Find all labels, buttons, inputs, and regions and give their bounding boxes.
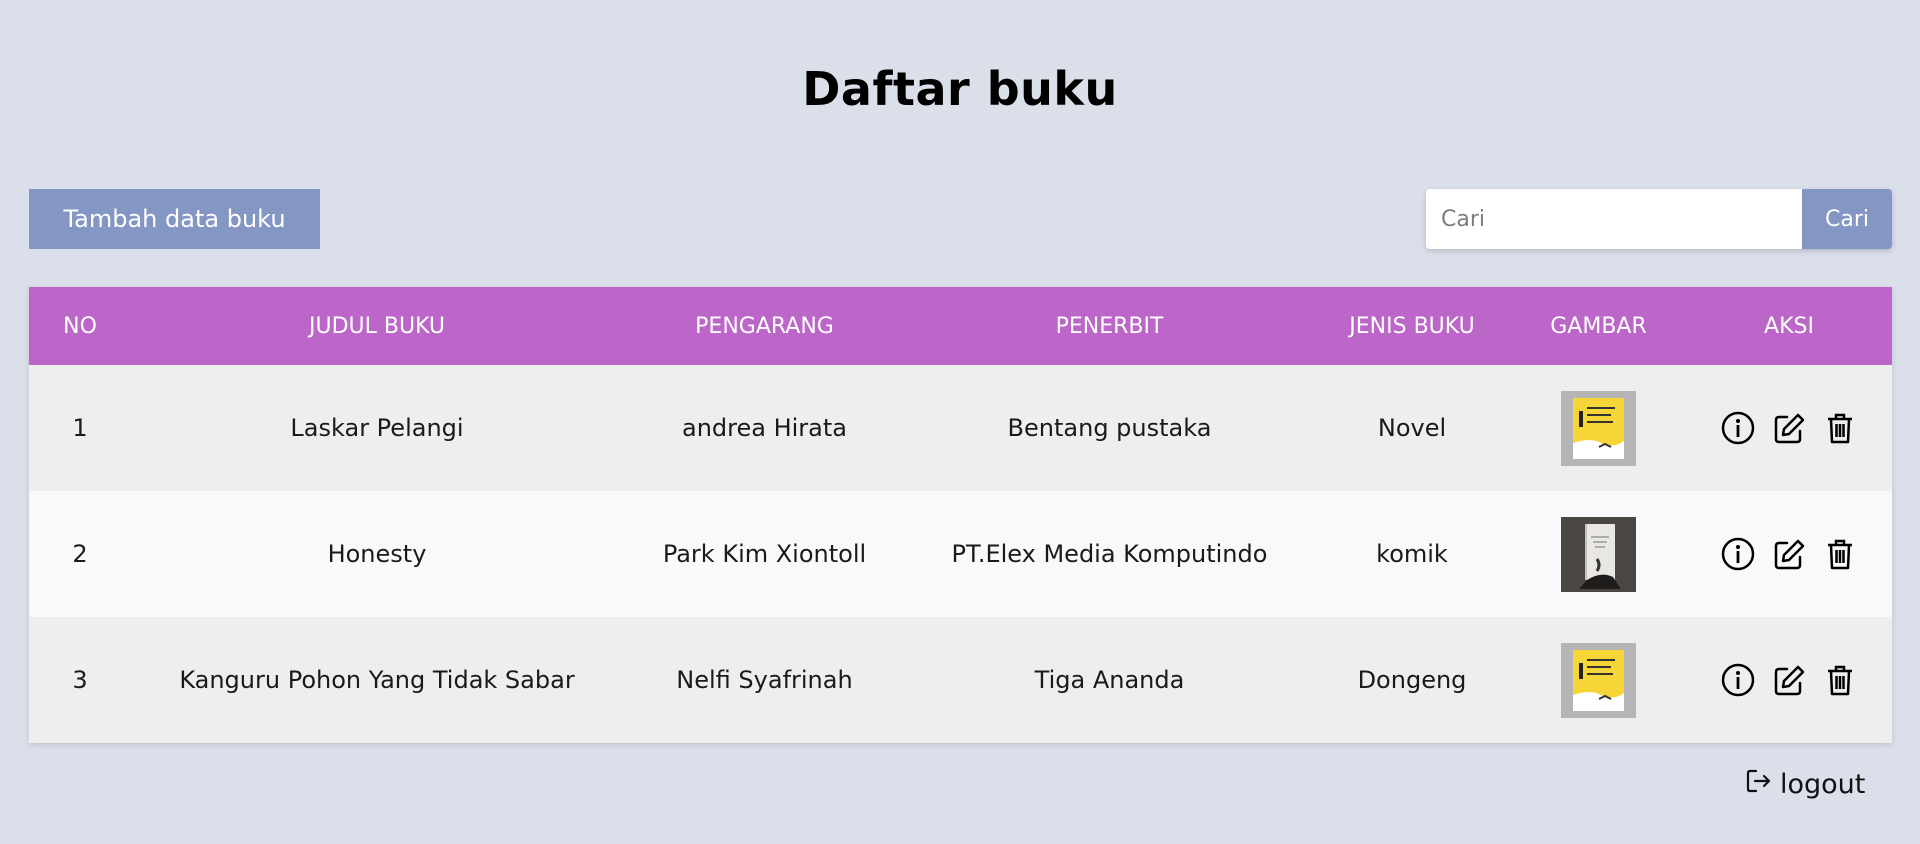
cell-author: Nelfi Syafrinah [676, 666, 853, 694]
cell-image [1511, 491, 1686, 617]
cell-title: Honesty [327, 540, 427, 568]
row-actions [1686, 410, 1892, 446]
cell-image [1511, 617, 1686, 743]
cell-type: komik [1376, 540, 1448, 568]
header-image: GAMBAR [1550, 313, 1647, 339]
trash-icon[interactable] [1822, 536, 1858, 572]
edit-icon[interactable] [1771, 410, 1807, 446]
cell-title: Laskar Pelangi [290, 414, 464, 442]
edit-icon[interactable] [1771, 662, 1807, 698]
book-table: NO JUDUL BUKU PENGARANG PENERBIT JENIS B… [29, 287, 1892, 743]
cell-type: Novel [1377, 414, 1447, 442]
edit-icon[interactable] [1771, 536, 1807, 572]
cell-no: 1 [72, 414, 88, 442]
header-actions: AKSI [1764, 313, 1814, 339]
info-icon[interactable] [1720, 536, 1756, 572]
book-cover-image [1561, 642, 1636, 718]
table-header-row: NO JUDUL BUKU PENGARANG PENERBIT JENIS B… [29, 287, 1892, 365]
cell-publisher: Tiga Ananda [1034, 666, 1185, 694]
cell-image [1511, 365, 1686, 491]
header-title: JUDUL BUKU [308, 313, 446, 339]
row-actions [1686, 536, 1892, 572]
page-title: Daftar buku [802, 62, 1118, 116]
cell-title: Kanguru Pohon Yang Tidak Sabar [179, 666, 575, 694]
cell-publisher: Bentang pustaka [1007, 414, 1212, 442]
header-publisher: PENERBIT [1055, 313, 1164, 339]
logout-label: logout [1780, 769, 1866, 800]
add-book-button[interactable]: Tambah data buku [29, 189, 320, 249]
trash-icon[interactable] [1822, 662, 1858, 698]
table-row: 1 Laskar Pelangi andrea Hirata Bentang p… [29, 365, 1892, 491]
cell-type: Dongeng [1357, 666, 1467, 694]
header-no: NO [63, 313, 97, 339]
cell-no: 3 [72, 666, 88, 694]
header-author: PENGARANG [695, 313, 834, 339]
row-actions [1686, 662, 1892, 698]
logout-icon [1746, 768, 1772, 801]
header-type: JENIS BUKU [1349, 313, 1475, 339]
table-row: 3 Kanguru Pohon Yang Tidak Sabar Nelfi S… [29, 617, 1892, 743]
logout-link[interactable]: logout [1746, 768, 1865, 801]
book-cover-image [1561, 516, 1636, 592]
trash-icon[interactable] [1822, 410, 1858, 446]
cell-publisher: PT.Elex Media Komputindo [951, 540, 1268, 568]
book-cover-image [1561, 390, 1636, 466]
table-row: 2 Honesty Park Kim Xiontoll PT.Elex Medi… [29, 491, 1892, 617]
search-bar: Cari [1426, 189, 1892, 249]
cell-author: andrea Hirata [682, 414, 847, 442]
search-button[interactable]: Cari [1802, 189, 1892, 249]
search-input[interactable] [1426, 189, 1802, 249]
info-icon[interactable] [1720, 410, 1756, 446]
info-icon[interactable] [1720, 662, 1756, 698]
cell-author: Park Kim Xiontoll [662, 540, 867, 568]
cell-no: 2 [72, 540, 88, 568]
